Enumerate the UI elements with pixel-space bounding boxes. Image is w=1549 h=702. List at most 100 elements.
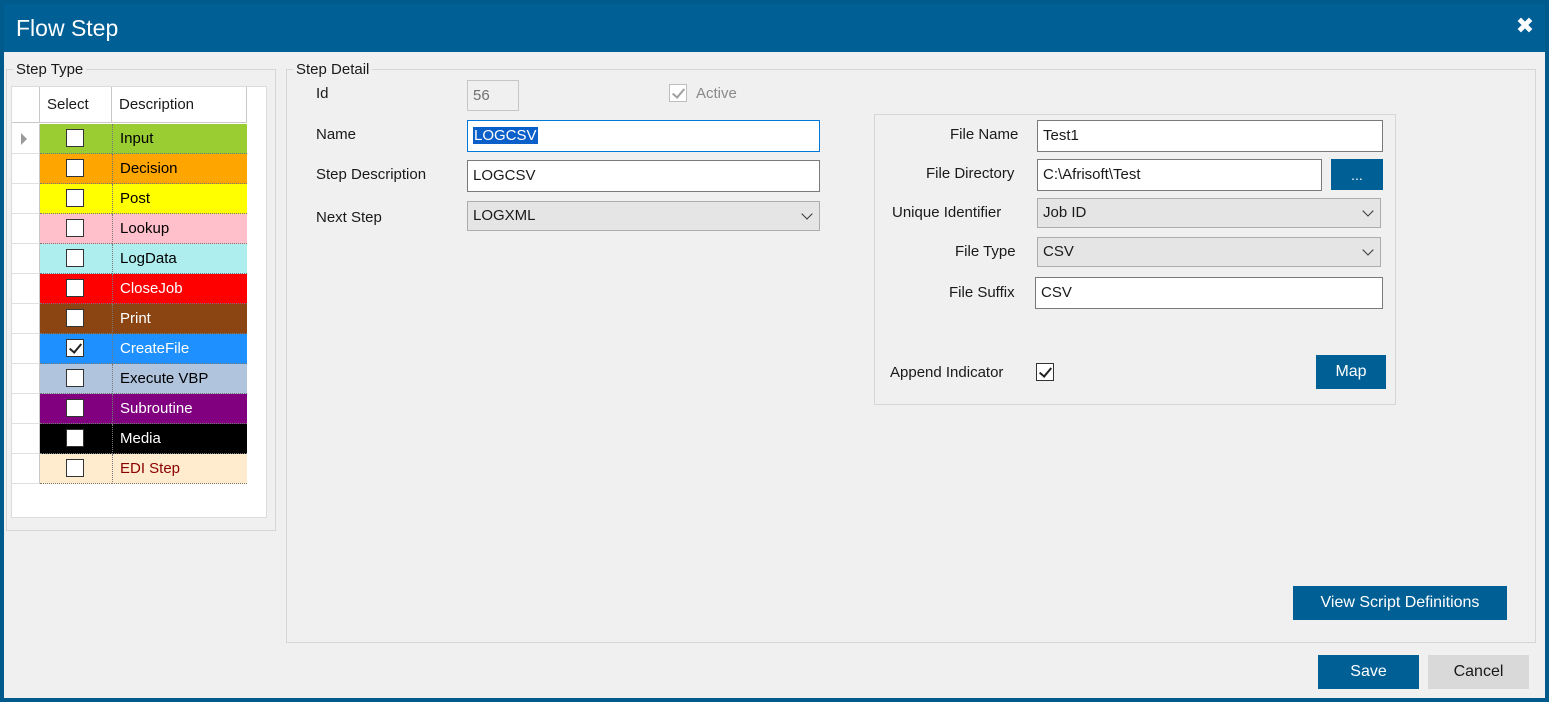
select-checkbox[interactable]: [66, 309, 84, 327]
description-cell[interactable]: Input: [112, 124, 247, 154]
table-row[interactable]: Decision: [12, 154, 248, 184]
file-name-label: File Name: [950, 126, 1019, 143]
save-button[interactable]: Save: [1318, 655, 1419, 689]
select-checkbox[interactable]: [66, 189, 84, 207]
description-cell[interactable]: Decision: [112, 154, 247, 184]
step-type-legend: Step Type: [13, 61, 87, 78]
table-row[interactable]: CloseJob: [12, 274, 248, 304]
select-checkbox[interactable]: [66, 159, 84, 177]
description-cell[interactable]: Print: [112, 304, 247, 334]
select-cell: [40, 154, 112, 184]
active-checkbox[interactable]: [669, 84, 687, 102]
select-cell: [40, 124, 112, 154]
flow-step-window: Flow Step ✖ Step Type Select Description…: [0, 0, 1549, 702]
grid-header: Select Description: [12, 87, 248, 123]
cancel-button[interactable]: Cancel: [1428, 655, 1529, 689]
select-checkbox[interactable]: [66, 339, 84, 357]
select-cell: [40, 454, 112, 484]
title-bar: Flow Step ✖: [4, 4, 1545, 52]
id-field[interactable]: 56: [467, 80, 519, 111]
file-type-value: CSV: [1043, 243, 1074, 260]
row-header[interactable]: [12, 394, 40, 424]
select-cell: [40, 304, 112, 334]
append-indicator-label: Append Indicator: [890, 364, 1004, 381]
step-detail-legend: Step Detail: [293, 61, 373, 78]
name-field[interactable]: LOGCSV: [467, 120, 820, 152]
table-row[interactable]: Print: [12, 304, 248, 334]
id-label: Id: [316, 85, 329, 102]
row-header[interactable]: [12, 304, 40, 334]
select-checkbox[interactable]: [66, 459, 84, 477]
row-header[interactable]: [12, 184, 40, 214]
append-indicator-checkbox[interactable]: [1036, 363, 1054, 381]
view-script-definitions-button[interactable]: View Script Definitions: [1293, 586, 1507, 620]
select-cell: [40, 424, 112, 454]
description-cell[interactable]: Media: [112, 424, 247, 454]
select-checkbox[interactable]: [66, 129, 84, 147]
description-cell[interactable]: LogData: [112, 244, 247, 274]
row-header[interactable]: [12, 154, 40, 184]
select-cell: [40, 394, 112, 424]
table-row[interactable]: Post: [12, 184, 248, 214]
table-row[interactable]: EDI Step: [12, 454, 248, 484]
select-cell: [40, 364, 112, 394]
row-header[interactable]: [12, 124, 40, 154]
select-checkbox[interactable]: [66, 219, 84, 237]
browse-directory-button[interactable]: ...: [1331, 159, 1383, 190]
description-cell[interactable]: Execute VBP: [112, 364, 247, 394]
next-step-select[interactable]: LOGXML: [467, 201, 820, 231]
table-row[interactable]: Subroutine: [12, 394, 248, 424]
map-button[interactable]: Map: [1316, 355, 1386, 389]
column-header-description[interactable]: Description: [112, 87, 247, 123]
row-header[interactable]: [12, 364, 40, 394]
row-header[interactable]: [12, 334, 40, 364]
file-name-field[interactable]: Test1: [1037, 120, 1383, 152]
description-cell[interactable]: Subroutine: [112, 394, 247, 424]
next-step-label: Next Step: [316, 209, 382, 226]
description-cell[interactable]: Post: [112, 184, 247, 214]
table-row[interactable]: Execute VBP: [12, 364, 248, 394]
select-cell: [40, 244, 112, 274]
file-directory-label: File Directory: [926, 165, 1015, 182]
row-header[interactable]: [12, 424, 40, 454]
file-directory-field[interactable]: C:\Afrisoft\Test: [1037, 159, 1322, 191]
file-type-label: File Type: [955, 243, 1016, 260]
file-suffix-field[interactable]: CSV: [1035, 277, 1383, 309]
table-row[interactable]: Input: [12, 124, 248, 154]
description-cell[interactable]: CloseJob: [112, 274, 247, 304]
row-header[interactable]: [12, 454, 40, 484]
unique-identifier-select[interactable]: Job ID: [1037, 198, 1381, 228]
step-type-grid: Select Description Input Decision Post Look…: [11, 86, 267, 518]
select-cell: [40, 274, 112, 304]
description-cell[interactable]: EDI Step: [112, 454, 247, 484]
close-icon[interactable]: ✖: [1513, 14, 1537, 38]
description-cell[interactable]: Lookup: [112, 214, 247, 244]
row-header[interactable]: [12, 244, 40, 274]
column-header-select[interactable]: Select: [40, 87, 112, 123]
select-checkbox[interactable]: [66, 369, 84, 387]
table-row[interactable]: LogData: [12, 244, 248, 274]
step-description-label: Step Description: [316, 166, 427, 183]
file-suffix-label: File Suffix: [949, 284, 1015, 301]
row-header[interactable]: [12, 274, 40, 304]
active-label: Active: [696, 85, 737, 102]
description-cell[interactable]: CreateFile: [112, 334, 247, 364]
select-checkbox[interactable]: [66, 279, 84, 297]
table-row[interactable]: Media: [12, 424, 248, 454]
chevron-down-icon: [1362, 205, 1374, 217]
step-description-field[interactable]: LOGCSV: [467, 160, 820, 192]
grid-corner: [12, 87, 40, 123]
next-step-value: LOGXML: [473, 207, 536, 224]
select-checkbox[interactable]: [66, 429, 84, 447]
unique-identifier-value: Job ID: [1043, 204, 1087, 221]
table-row[interactable]: Lookup: [12, 214, 248, 244]
table-row[interactable]: CreateFile: [12, 334, 248, 364]
step-type-group: Step Type Select Description Input Decisi…: [6, 61, 276, 531]
row-header[interactable]: [12, 214, 40, 244]
current-row-arrow-icon: [21, 133, 27, 145]
name-label: Name: [316, 126, 357, 143]
file-type-select[interactable]: CSV: [1037, 237, 1381, 267]
window-title: Flow Step: [16, 15, 119, 41]
select-checkbox[interactable]: [66, 399, 84, 417]
select-checkbox[interactable]: [66, 249, 84, 267]
